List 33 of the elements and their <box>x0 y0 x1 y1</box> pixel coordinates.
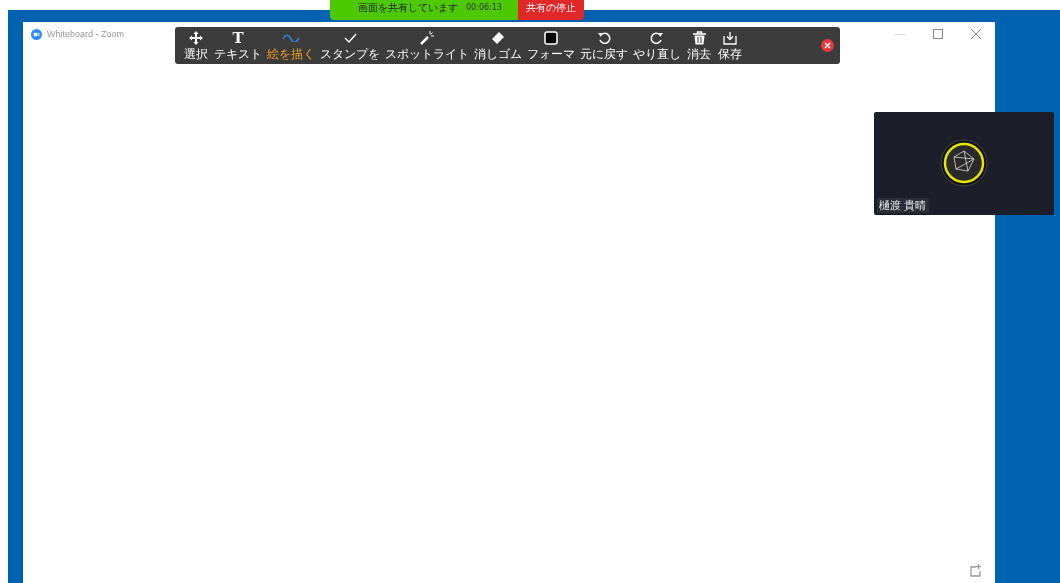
undo-icon <box>597 31 611 45</box>
avatar-icon <box>940 139 988 187</box>
toolbar-tool[interactable]: 絵を描く <box>265 30 317 61</box>
toolbar-tool[interactable]: 選択 <box>181 30 211 61</box>
toolbar-tool[interactable]: スポットライト <box>383 30 471 61</box>
move-arrows-icon <box>189 31 203 45</box>
toolbar-tool[interactable]: フォーマ <box>525 30 577 61</box>
toolbar-tool[interactable]: やり直し <box>631 30 683 61</box>
wave-icon <box>282 34 300 42</box>
toolbar-tool[interactable]: 元に戻す <box>578 30 630 61</box>
toolbar-tool[interactable]: スタンプを <box>318 30 382 61</box>
new-page-icon[interactable] <box>968 564 981 577</box>
close-icon[interactable] <box>971 29 981 39</box>
download-icon <box>723 31 737 45</box>
toolbar-tool[interactable]: T テキスト <box>212 30 264 61</box>
share-status-text: 画面を共有しています <box>358 0 458 15</box>
toolbar-tool[interactable]: 保存 <box>715 30 745 61</box>
trash-icon <box>692 31 706 45</box>
close-toolbar-icon[interactable] <box>821 39 834 52</box>
checkmark-icon <box>343 33 357 43</box>
participant-name: 樋渡 貴晴 <box>877 198 929 213</box>
window-title: Whiteboard - Zoom <box>47 29 125 39</box>
share-timer: 00:06:13 <box>466 3 502 12</box>
toolbar-tool[interactable]: 消去 <box>684 30 714 61</box>
camera-logo-icon <box>31 28 42 40</box>
stop-share-button[interactable]: 共有の停止 <box>517 0 584 20</box>
magic-wand-icon <box>420 31 434 45</box>
color-swatch-icon <box>544 31 558 45</box>
toolbar-tool[interactable]: 消しゴム <box>472 30 524 61</box>
eraser-icon <box>491 31 505 45</box>
maximize-icon[interactable] <box>933 29 943 39</box>
redo-icon <box>650 31 664 45</box>
text-tool-icon: T <box>232 30 244 46</box>
